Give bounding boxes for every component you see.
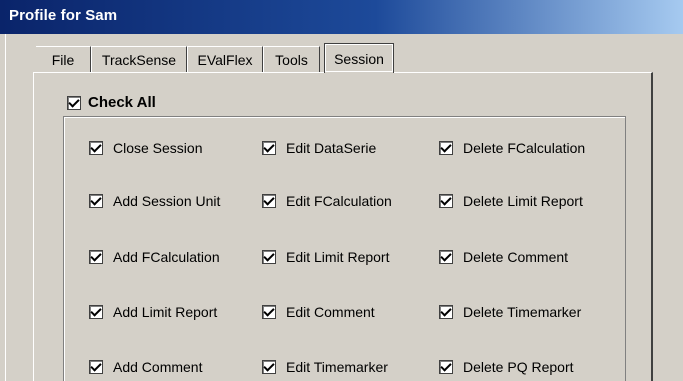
tab-session[interactable]: Session xyxy=(324,43,394,73)
check-all-checkbox[interactable]: Check All xyxy=(67,94,156,111)
permission-label: Add Session Unit xyxy=(113,193,221,209)
checkbox-checked-icon[interactable] xyxy=(439,360,453,374)
permission-label: Delete FCalculation xyxy=(463,140,586,156)
permission-checkbox[interactable]: Delete Timemarker xyxy=(439,304,581,320)
permission-label: Close Session xyxy=(113,140,203,156)
permission-label: Edit DataSerie xyxy=(286,140,377,156)
permission-checkbox[interactable]: Edit Timemarker xyxy=(262,359,388,375)
tab-file[interactable]: File xyxy=(36,46,91,72)
checkbox-checked-icon[interactable] xyxy=(262,194,276,208)
checkbox-checked-icon[interactable] xyxy=(89,194,103,208)
permission-label: Add FCalculation xyxy=(113,249,220,265)
checkbox-checked-icon[interactable] xyxy=(439,305,453,319)
tab-tools[interactable]: Tools xyxy=(263,46,320,72)
check-all-label: Check All xyxy=(88,94,156,111)
permission-checkbox[interactable]: Delete PQ Report xyxy=(439,359,574,375)
checkbox-checked-icon[interactable] xyxy=(89,360,103,374)
permission-label: Edit FCalculation xyxy=(286,193,392,209)
checkbox-checked-icon[interactable] xyxy=(89,141,103,155)
checkbox-checked-icon[interactable] xyxy=(439,250,453,264)
permission-label: Add Comment xyxy=(113,359,203,375)
permission-label: Edit Comment xyxy=(286,304,375,320)
permission-checkbox[interactable]: Edit Comment xyxy=(262,304,375,320)
permission-label: Delete PQ Report xyxy=(463,359,574,375)
tab-tracksense[interactable]: TrackSense xyxy=(91,46,187,72)
permission-checkbox[interactable]: Delete Limit Report xyxy=(439,193,583,209)
permission-label: Delete Comment xyxy=(463,249,569,265)
permission-checkbox[interactable]: Add FCalculation xyxy=(89,249,220,265)
checkbox-checked-icon[interactable] xyxy=(262,141,276,155)
permission-checkbox[interactable]: Add Limit Report xyxy=(89,304,217,320)
permission-checkbox[interactable]: Delete FCalculation xyxy=(439,140,585,156)
permission-checkbox[interactable]: Add Comment xyxy=(89,359,202,375)
permission-label: Add Limit Report xyxy=(113,304,218,320)
permission-label: Edit Limit Report xyxy=(286,249,390,265)
checkbox-checked-icon[interactable] xyxy=(439,194,453,208)
permission-checkbox[interactable]: Edit Limit Report xyxy=(262,249,389,265)
checkbox-checked-icon[interactable] xyxy=(67,95,81,110)
permission-checkbox[interactable]: Delete Comment xyxy=(439,249,568,265)
checkbox-checked-icon[interactable] xyxy=(262,360,276,374)
permission-checkbox[interactable]: Edit DataSerie xyxy=(262,140,376,156)
checkbox-checked-icon[interactable] xyxy=(89,250,103,264)
permission-label: Delete Limit Report xyxy=(463,193,583,209)
window-title: Profile for Sam xyxy=(9,7,118,24)
permission-label: Edit Timemarker xyxy=(286,359,388,375)
checkbox-checked-icon[interactable] xyxy=(262,305,276,319)
tab-evalflex[interactable]: EValFlex xyxy=(187,46,263,72)
title-bar: Profile for Sam xyxy=(0,0,683,34)
checkbox-checked-icon[interactable] xyxy=(439,141,453,155)
checkbox-checked-icon[interactable] xyxy=(262,250,276,264)
permission-checkbox[interactable]: Add Session Unit xyxy=(89,193,220,209)
permission-checkbox[interactable]: Close Session xyxy=(89,140,203,156)
permission-label: Delete Timemarker xyxy=(463,304,582,320)
permission-checkbox[interactable]: Edit FCalculation xyxy=(262,193,392,209)
checkbox-checked-icon[interactable] xyxy=(89,305,103,319)
